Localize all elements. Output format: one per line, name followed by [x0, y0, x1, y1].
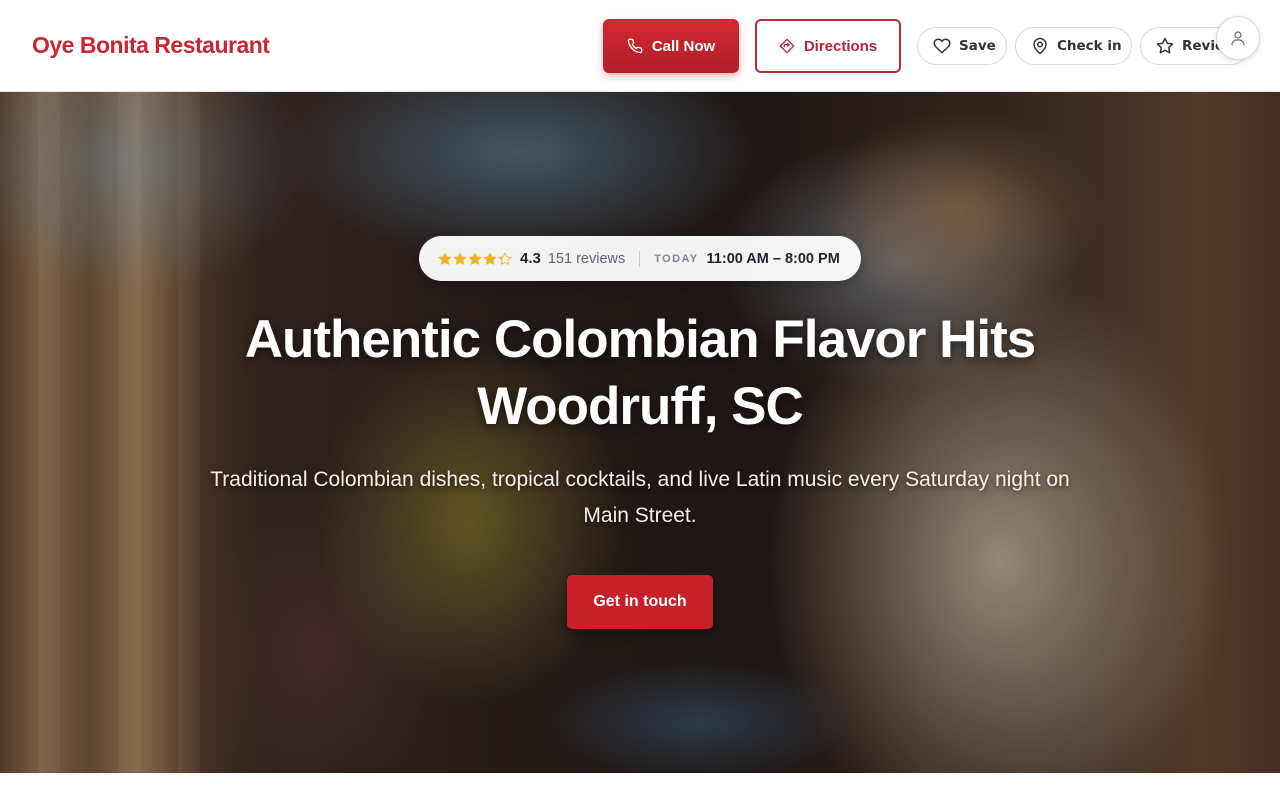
call-now-button[interactable]: Call Now	[603, 19, 739, 73]
call-now-label: Call Now	[651, 37, 716, 55]
brand-name[interactable]: Oye Bonita Restaurant	[32, 32, 270, 59]
hero-section: 4.3 151 reviews TODAY 11:00 AM – 8:00 PM…	[0, 92, 1280, 773]
star-icon	[1156, 37, 1174, 54]
top-navigation: Oye Bonita Restaurant Call Now Direction…	[0, 0, 1280, 92]
check-in-button[interactable]: Check in	[1015, 27, 1132, 65]
star-icon	[438, 251, 452, 265]
hero-headline: Authentic Colombian Flavor Hits Woodruff…	[244, 310, 1037, 436]
phone-icon	[627, 38, 643, 54]
rating-value: 4.3	[520, 250, 541, 267]
star-rating	[438, 251, 512, 266]
star-icon	[453, 251, 467, 265]
opening-hours: 11:00 AM – 8:00 PM	[706, 250, 840, 267]
directions-button[interactable]: Directions	[755, 19, 901, 73]
directions-label: Directions	[803, 37, 878, 55]
pin-icon	[1033, 37, 1047, 55]
user-icon	[1231, 31, 1245, 46]
save-button[interactable]: Save	[917, 27, 1007, 65]
star-icon	[468, 251, 482, 265]
rating-hours-bar: 4.3 151 reviews TODAY 11:00 AM – 8:00 PM	[419, 236, 861, 281]
hero-subtext: Traditional Colombian dishes, tropical c…	[210, 468, 1070, 527]
check-in-label: Check in	[1057, 38, 1122, 54]
heart-icon	[933, 38, 951, 54]
get-in-touch-button[interactable]: Get in touch	[567, 575, 713, 629]
divider	[639, 250, 641, 267]
star-icon	[483, 251, 497, 265]
account-button[interactable]	[1216, 16, 1260, 60]
directions-icon	[779, 38, 795, 54]
save-label: Save	[959, 38, 996, 54]
review-count[interactable]: 151 reviews	[548, 251, 625, 267]
today-label: TODAY	[654, 252, 699, 265]
star-icon	[498, 251, 512, 265]
